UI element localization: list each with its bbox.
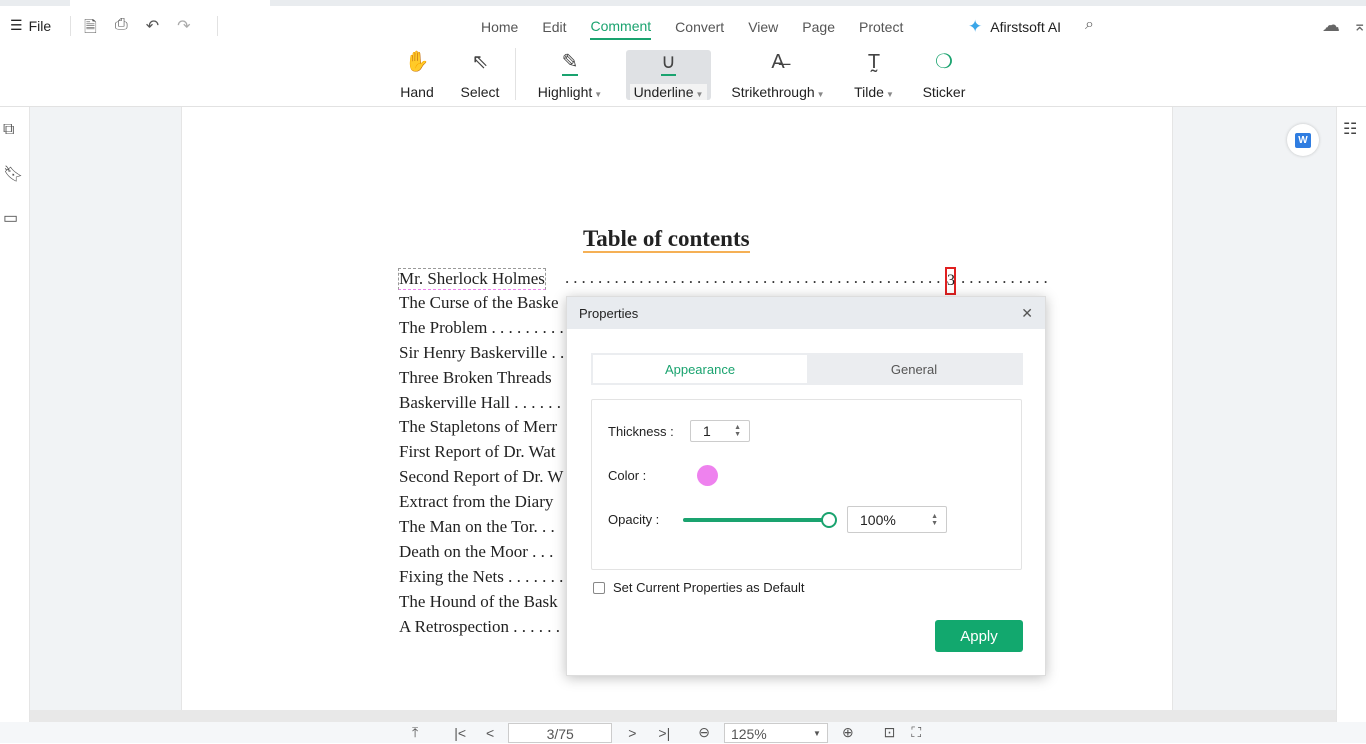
horizontal-scrollbar[interactable] [30,710,1336,722]
toc-entry[interactable]: Baskerville Hall . . . . . . [399,393,561,413]
highlight-tool[interactable]: ✎ Highlight ▼ [534,50,606,100]
zoom-in-icon[interactable]: ⊕ [842,724,854,741]
next-page-icon[interactable]: > [628,725,636,741]
toc-entry[interactable]: The Man on the Tor. . . [399,517,555,537]
comment-list-icon[interactable]: ▭ [3,208,18,228]
menu-edit[interactable]: Edit [542,15,566,39]
bookmark-icon[interactable]: 🔖︎ [3,164,23,184]
toc-entry[interactable]: First Report of Dr. Wat [399,442,556,462]
left-sidebar: ⧉ 🔖︎ ▭ [0,107,30,722]
stepper-arrows-icon[interactable]: ▲ ▼ [734,424,741,438]
dropdown-caret-icon[interactable]: ▼ [594,90,602,99]
cursor-icon: ⇖ [471,51,489,73]
toc-entry[interactable]: Extract from the Diary [399,492,553,512]
save-icon[interactable]: 🗎 [84,16,97,43]
active-window-tab[interactable] [70,0,270,6]
ai-button[interactable]: ✦ Afirstsoft AI [968,17,1061,37]
first-page-icon[interactable]: |< [454,725,466,741]
undo-icon[interactable]: ↶ [146,16,159,43]
default-checkbox[interactable] [593,581,605,594]
color-swatch[interactable] [697,465,718,486]
thumbnail-icon[interactable]: ⧉ [3,121,14,139]
underline-icon: ∪ [661,50,676,76]
opacity-slider[interactable] [683,512,837,528]
window-tab-strip [0,0,1366,6]
opacity-stepper[interactable]: 100% ▲ ▼ [847,506,947,533]
cloud-upload-icon[interactable]: ☁ [1322,15,1340,36]
file-menu-button[interactable]: ☰ File [10,17,51,34]
fit-page-icon[interactable]: ⊡ [884,724,896,741]
redo-icon[interactable]: ↷ [177,16,190,43]
toc-entry[interactable]: The Curse of the Baske [399,293,559,313]
menu-home[interactable]: Home [481,15,518,39]
page-input[interactable]: 3/75 [508,722,613,743]
scroll-top-icon[interactable]: ⤒ [412,724,418,741]
tab-appearance[interactable]: Appearance [593,355,807,383]
sparkle-icon: ✦ [968,17,983,36]
strikethrough-icon: A̶ [771,51,785,73]
zoom-out-icon[interactable]: ⊖ [698,724,710,741]
translate-icon: W [1295,132,1311,148]
prev-page-icon[interactable]: < [486,725,494,741]
stepper-arrows-icon[interactable]: ▲ ▼ [931,513,938,527]
fullscreen-icon[interactable]: ⛶ [911,724,921,741]
menu-comment[interactable]: Comment [590,14,652,40]
dropdown-caret-icon[interactable]: ▼ [696,90,704,99]
hand-icon: ✋ [404,51,430,73]
menu-protect[interactable]: Protect [859,15,903,39]
tab-general[interactable]: General [807,355,1021,383]
toc-entry[interactable]: Second Report of Dr. W [399,467,563,487]
toc-entry[interactable]: A Retrospection . . . . . . [399,617,560,637]
apply-button[interactable]: Apply [935,620,1023,652]
sticker-icon: ❍ [935,51,953,73]
slider-handle[interactable] [821,512,837,528]
toc-entry[interactable]: Three Broken Threads [399,368,552,388]
toc-entry[interactable]: The Hound of the Bask [399,592,558,612]
appearance-panel: Thickness : 1 ▲ ▼ Color : Opacity : 100% ▲ ▼ [591,399,1022,570]
dropdown-caret-icon[interactable]: ▼ [817,90,825,99]
search-icon[interactable]: ⌕ [1085,16,1094,34]
last-page-icon[interactable]: >| [658,725,670,741]
toc-entry[interactable]: Fixing the Nets . . . . . . . [399,567,563,587]
hand-tool[interactable]: ✋ Hand [398,50,436,100]
toc-entry[interactable]: The Stapletons of Merr [399,417,557,437]
dialog-header: Properties ✕ [567,297,1045,329]
properties-dialog: Properties ✕ Appearance General Thickness… [566,296,1046,676]
print-icon[interactable]: ⎙ [115,16,128,43]
properties-panel-icon[interactable]: ☷ [1343,119,1357,139]
close-icon[interactable]: ✕ [1021,305,1033,322]
toc-entry[interactable]: Mr. Sherlock Holmes [398,268,546,290]
sticker-tool[interactable]: ❍ Sticker [920,50,968,100]
toc-entry[interactable]: The Problem . . . . . . . . . [399,318,564,338]
menu-view[interactable]: View [748,15,778,39]
highlighter-icon: ✎ [561,50,579,76]
page-number-annotation[interactable]: 3 [945,267,956,295]
select-tool[interactable]: ⇖ Select [458,50,502,100]
hamburger-icon: ☰ [10,17,23,33]
collapse-ribbon-icon[interactable]: ⌅ [1353,16,1366,36]
default-checkbox-row[interactable]: Set Current Properties as Default [593,580,804,595]
thickness-stepper[interactable]: 1 ▲ ▼ [690,420,750,442]
document-title: Table of contents [583,226,750,253]
translate-button[interactable]: W [1287,124,1319,156]
toc-entry[interactable]: Sir Henry Baskerville . . [399,343,564,363]
right-sidebar: ☷ [1336,107,1366,722]
strikethrough-tool[interactable]: A̶ Strikethrough ▼ [728,50,828,100]
tilde-tool[interactable]: T̰ Tilde ▼ [852,50,896,100]
menu-page[interactable]: Page [802,15,835,39]
dialog-tabs: Appearance General [591,353,1023,385]
underline-tool[interactable]: ∪ Underline ▼ [626,50,711,100]
zoom-select[interactable]: 125% ▼ [723,722,828,743]
toc-entry[interactable]: Death on the Moor . . . [399,542,553,562]
menu-convert[interactable]: Convert [675,15,724,39]
chevron-down-icon: ▼ [813,728,821,738]
dropdown-caret-icon[interactable]: ▼ [886,90,894,99]
tilde-icon: T̰ [867,51,881,73]
main-menu: Home Edit Comment Convert View Page Prot… [481,14,927,40]
